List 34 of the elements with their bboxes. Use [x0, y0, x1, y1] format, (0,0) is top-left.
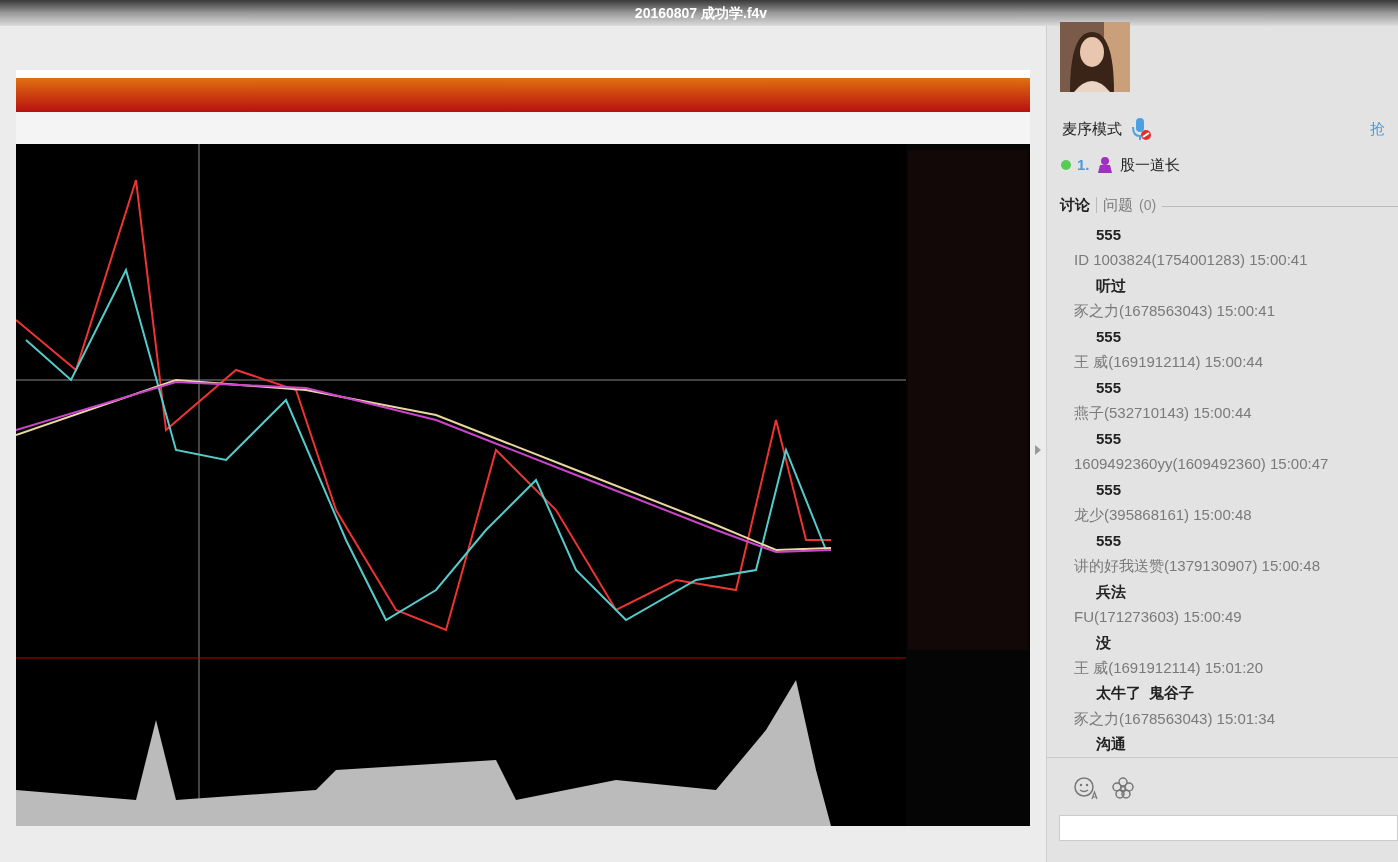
- message-input[interactable]: [1059, 815, 1398, 841]
- message-sender: 1609492360yy(1609492360) 15:00:47: [1074, 454, 1330, 475]
- message-sender: ID 1003824(1754001283) 15:00:41: [1074, 250, 1309, 271]
- collapse-arrow-icon[interactable]: [1034, 444, 1042, 456]
- message-text: 555: [1095, 377, 1123, 398]
- message-text: 兵法: [1095, 581, 1127, 602]
- message-sender: 豕之力(1678563043) 15:01:34: [1074, 708, 1276, 729]
- message-text: 听过: [1095, 275, 1127, 296]
- message-sender: 讲的好我送赞(1379130907) 15:00:48: [1074, 556, 1321, 577]
- user-name[interactable]: 股一道长: [1119, 153, 1180, 177]
- window-title: 20160807 成功学.f4v: [634, 3, 768, 23]
- microphone-muted-icon[interactable]: [1132, 117, 1152, 141]
- mic-mode-label: 麦序模式: [1062, 118, 1122, 139]
- emoji-icon[interactable]: [1073, 775, 1099, 800]
- message-text: 太牛了 鬼谷子: [1095, 683, 1196, 704]
- message-sender: FU(171273603) 15:00:49: [1074, 607, 1243, 628]
- message-text: 555: [1095, 530, 1123, 551]
- chat-tab[interactable]: 讨论: [1060, 193, 1090, 217]
- flower-icon[interactable]: [1111, 775, 1135, 800]
- message-sender: 豕之力(1678563043) 15:00:41: [1074, 301, 1276, 322]
- message-text: 没: [1095, 632, 1112, 653]
- message-sender: 王 威(1691912114) 15:01:20: [1074, 657, 1265, 678]
- message-sender: 王 威(1691912114) 15:00:44: [1074, 352, 1265, 373]
- message-text: 555: [1095, 225, 1123, 245]
- message-text: 555: [1095, 479, 1123, 500]
- user-rank-icon: [1095, 156, 1114, 174]
- message-text: 555: [1095, 326, 1123, 347]
- chat-tab[interactable]: 问题: [1103, 193, 1133, 217]
- message-sender: 龙少(395868161) 15:00:48: [1074, 505, 1253, 526]
- message-text: 555: [1095, 428, 1123, 449]
- message-text: 沟通: [1095, 734, 1127, 755]
- message-sender: 燕子(532710143) 15:00:44: [1074, 403, 1253, 424]
- question-count: (0): [1139, 195, 1157, 215]
- queue-number: 1.: [1077, 154, 1090, 175]
